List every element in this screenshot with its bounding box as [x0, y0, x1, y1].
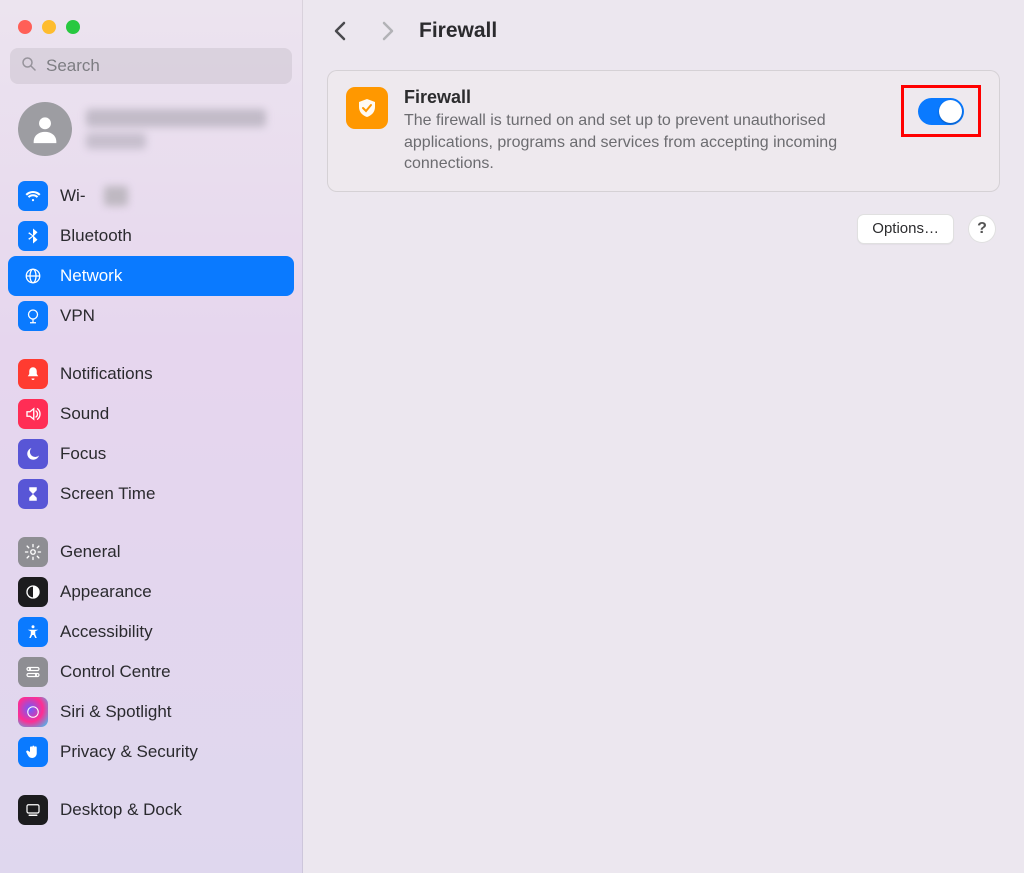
sidebar-item-label: Network — [60, 266, 122, 286]
sidebar: Wi- Bluetooth Network VPN N — [0, 0, 303, 873]
search-icon — [20, 55, 38, 78]
sidebar-item-control-centre[interactable]: Control Centre — [8, 652, 294, 692]
firewall-card-description: The firewall is turned on and set up to … — [404, 110, 885, 175]
sidebar-item-screen-time[interactable]: Screen Time — [8, 474, 294, 514]
sidebar-item-label: Wi- — [60, 186, 85, 206]
sidebar-item-label: Appearance — [60, 582, 152, 602]
moon-icon — [18, 439, 48, 469]
dock-icon — [18, 795, 48, 825]
switches-icon — [18, 657, 48, 687]
sidebar-item-label: Screen Time — [60, 484, 155, 504]
sidebar-item-label: Accessibility — [60, 622, 153, 642]
sidebar-item-label: Notifications — [60, 364, 153, 384]
firewall-toggle[interactable] — [918, 98, 964, 125]
sidebar-item-notifications[interactable]: Notifications — [8, 354, 294, 394]
firewall-card: Firewall The firewall is turned on and s… — [327, 70, 1000, 192]
appearance-icon — [18, 577, 48, 607]
main-area: Firewall The firewall is turned on and s… — [303, 62, 1024, 274]
firewall-card-body: Firewall The firewall is turned on and s… — [404, 87, 885, 175]
minimize-window-button[interactable] — [42, 20, 56, 34]
sidebar-item-label: Privacy & Security — [60, 742, 198, 762]
bluetooth-icon — [18, 221, 48, 251]
speaker-icon — [18, 399, 48, 429]
sidebar-item-privacy-security[interactable]: Privacy & Security — [8, 732, 294, 772]
accessibility-icon — [18, 617, 48, 647]
search-input-container[interactable] — [10, 48, 292, 84]
options-button[interactable]: Options… — [857, 214, 954, 244]
wifi-label-blurred — [104, 186, 128, 206]
sidebar-item-label: VPN — [60, 306, 95, 326]
sidebar-item-wifi[interactable]: Wi- — [8, 176, 294, 216]
close-window-button[interactable] — [18, 20, 32, 34]
sidebar-item-vpn[interactable]: VPN — [8, 296, 294, 336]
account-row[interactable] — [0, 94, 302, 170]
sidebar-item-general[interactable]: General — [8, 532, 294, 572]
hand-icon — [18, 737, 48, 767]
sidebar-item-appearance[interactable]: Appearance — [8, 572, 294, 612]
sidebar-item-label: Sound — [60, 404, 109, 424]
sidebar-item-label: Bluetooth — [60, 226, 132, 246]
back-button[interactable] — [327, 17, 355, 45]
content-pane: Firewall Firewall The firewall is turned… — [303, 0, 1024, 873]
window-controls — [0, 10, 302, 48]
bell-icon — [18, 359, 48, 389]
account-name-blurred — [86, 109, 266, 127]
sidebar-item-accessibility[interactable]: Accessibility — [8, 612, 294, 652]
wifi-icon — [18, 181, 48, 211]
toggle-knob — [939, 100, 962, 123]
sidebar-item-siri-spotlight[interactable]: Siri & Spotlight — [8, 692, 294, 732]
firewall-icon — [346, 87, 388, 129]
firewall-toggle-highlight — [901, 85, 981, 137]
vpn-icon — [18, 301, 48, 331]
hourglass-icon — [18, 479, 48, 509]
page-title: Firewall — [419, 19, 497, 43]
sidebar-item-label: Focus — [60, 444, 106, 464]
sidebar-item-sound[interactable]: Sound — [8, 394, 294, 434]
globe-icon — [18, 261, 48, 291]
firewall-card-title: Firewall — [404, 87, 885, 108]
sidebar-item-network[interactable]: Network — [8, 256, 294, 296]
sidebar-item-label: Siri & Spotlight — [60, 702, 172, 722]
sidebar-nav: Wi- Bluetooth Network VPN N — [0, 170, 302, 836]
sidebar-item-label: Control Centre — [60, 662, 171, 682]
gear-icon — [18, 537, 48, 567]
sidebar-item-bluetooth[interactable]: Bluetooth — [8, 216, 294, 256]
sidebar-item-label: Desktop & Dock — [60, 800, 182, 820]
avatar — [18, 102, 72, 156]
help-button[interactable]: ? — [968, 215, 996, 243]
actions-row: Options… ? — [327, 192, 1000, 266]
forward-button[interactable] — [373, 17, 401, 45]
siri-icon — [18, 697, 48, 727]
search-input[interactable] — [46, 56, 282, 76]
sidebar-item-desktop-dock[interactable]: Desktop & Dock — [8, 790, 294, 830]
fullscreen-window-button[interactable] — [66, 20, 80, 34]
sidebar-item-label: General — [60, 542, 120, 562]
sidebar-item-focus[interactable]: Focus — [8, 434, 294, 474]
header: Firewall — [303, 0, 1024, 62]
account-sub-blurred — [86, 133, 146, 149]
